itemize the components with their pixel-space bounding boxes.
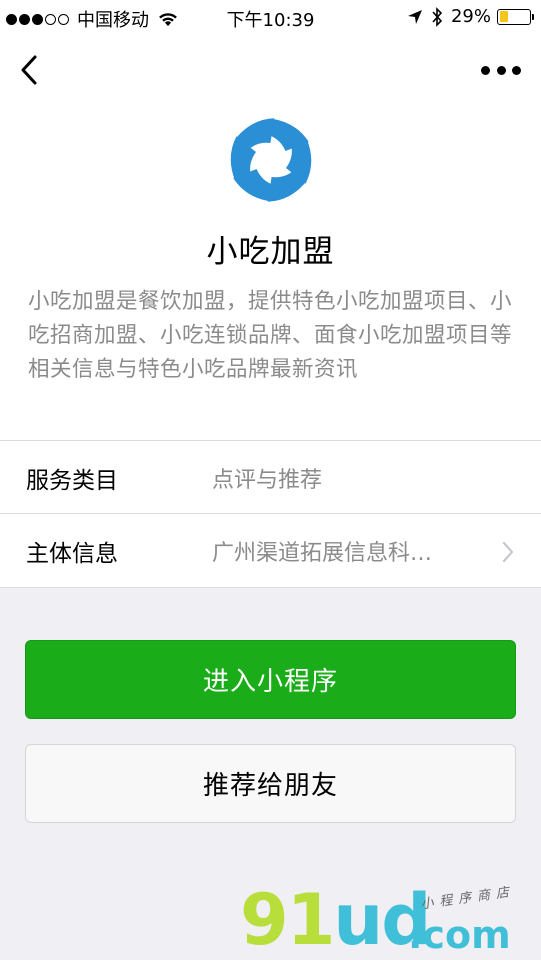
service-category-row: 服务类目 点评与推荐 xyxy=(0,440,541,513)
back-button[interactable] xyxy=(14,52,44,88)
info-list: 服务类目 点评与推荐 主体信息 广州渠道拓展信息科… xyxy=(0,440,541,588)
enter-mini-program-button[interactable]: 进入小程序 xyxy=(25,640,516,719)
watermark-domain: .com xyxy=(408,913,511,957)
more-dot xyxy=(496,65,506,75)
app-name: 小吃加盟 xyxy=(206,234,335,270)
info-label: 服务类目 xyxy=(26,468,118,494)
battery-level-fill xyxy=(499,11,508,22)
watermark-logo: 91ud .com 小程序商店 xyxy=(240,884,530,957)
battery-icon xyxy=(497,8,534,25)
info-value: 广州渠道拓展信息科… xyxy=(212,541,433,566)
chevron-left-icon xyxy=(21,55,37,85)
watermark-text: 91ud xyxy=(240,885,431,955)
more-options-button[interactable] xyxy=(481,58,521,82)
more-dot xyxy=(481,65,490,75)
info-label: 主体信息 xyxy=(26,541,118,567)
watermark-part-a: 91 xyxy=(240,879,335,960)
watermark-tagline: 小程序商店 xyxy=(419,884,516,913)
bluetooth-icon xyxy=(432,6,443,27)
app-description: 小吃加盟是餐饮加盟，提供特色小吃加盟项目、小吃招商加盟、小吃连锁品牌、面食小吃加… xyxy=(28,289,513,382)
location-arrow-icon xyxy=(407,9,422,24)
more-dot xyxy=(512,65,521,75)
battery-percent: 29% xyxy=(450,6,491,27)
app-logo-icon xyxy=(230,118,312,202)
status-right: 29% xyxy=(407,6,534,27)
info-value: 点评与推荐 xyxy=(212,468,323,493)
recommend-to-friends-button[interactable]: 推荐给朋友 xyxy=(25,744,516,823)
entity-info-row[interactable]: 主体信息 广州渠道拓展信息科… xyxy=(0,513,541,588)
chevron-right-icon xyxy=(502,541,514,563)
status-bar: 中国移动 下午10:39 29% xyxy=(0,0,541,36)
